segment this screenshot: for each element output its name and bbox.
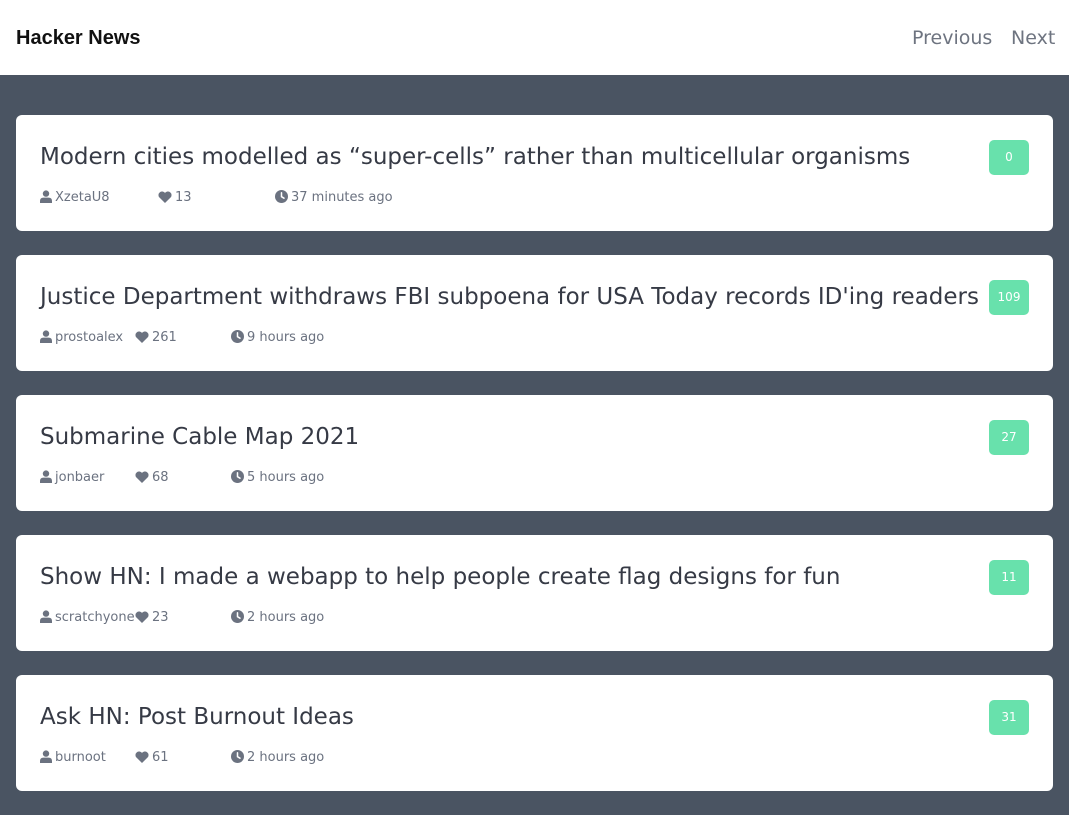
story-author[interactable]: prostoalex	[40, 330, 123, 346]
story-card: Ask HN: Post Burnout Ideas 31 burnoot 61…	[16, 675, 1053, 791]
next-page-link[interactable]: Next	[1011, 26, 1055, 50]
story-title-link[interactable]: Submarine Cable Map 2021	[40, 423, 359, 451]
story-title-link[interactable]: Justice Department withdraws FBI subpoen…	[40, 283, 979, 311]
comment-count-badge[interactable]: 0	[989, 140, 1029, 175]
heart-icon	[158, 191, 172, 203]
heart-icon	[135, 751, 149, 763]
story-points: 23	[135, 610, 169, 626]
clock-icon	[231, 610, 244, 623]
time-ago: 9 hours ago	[247, 330, 325, 345]
author-name: burnoot	[55, 750, 106, 765]
heart-icon	[135, 331, 149, 343]
story-points: 68	[135, 470, 169, 486]
comment-count-badge[interactable]: 11	[989, 560, 1029, 595]
author-name: scratchyone	[55, 610, 135, 625]
site-title[interactable]: Hacker News	[16, 26, 141, 50]
time-ago: 37 minutes ago	[291, 190, 393, 205]
story-card: Modern cities modelled as “super-cells” …	[16, 115, 1053, 231]
author-name: prostoalex	[55, 330, 124, 345]
user-icon	[40, 330, 52, 343]
points-count: 68	[152, 470, 169, 485]
story-title-link[interactable]: Show HN: I made a webapp to help people …	[40, 563, 840, 591]
clock-icon	[231, 470, 244, 483]
author-name: XzetaU8	[55, 190, 110, 205]
story-time: 37 minutes ago	[275, 190, 393, 206]
points-count: 13	[175, 190, 192, 205]
story-card: Show HN: I made a webapp to help people …	[16, 535, 1053, 651]
story-time: 5 hours ago	[231, 470, 324, 486]
top-navbar: Hacker News Previous Next	[0, 0, 1069, 75]
story-points: 61	[135, 750, 169, 766]
story-card: Justice Department withdraws FBI subpoen…	[16, 255, 1053, 371]
story-time: 2 hours ago	[231, 610, 324, 626]
story-points: 261	[135, 330, 177, 346]
author-name: jonbaer	[55, 470, 105, 485]
user-icon	[40, 750, 52, 763]
clock-icon	[231, 330, 244, 343]
story-title-link[interactable]: Modern cities modelled as “super-cells” …	[40, 143, 910, 171]
story-time: 2 hours ago	[231, 750, 324, 766]
time-ago: 5 hours ago	[247, 470, 325, 485]
points-count: 61	[152, 750, 169, 765]
comment-count-badge[interactable]: 31	[989, 700, 1029, 735]
user-icon	[40, 610, 52, 623]
points-count: 23	[152, 610, 169, 625]
story-points: 13	[158, 190, 192, 206]
story-title-link[interactable]: Ask HN: Post Burnout Ideas	[40, 703, 354, 731]
user-icon	[40, 470, 52, 483]
time-ago: 2 hours ago	[247, 750, 325, 765]
time-ago: 2 hours ago	[247, 610, 325, 625]
story-author[interactable]: burnoot	[40, 750, 106, 766]
story-author[interactable]: jonbaer	[40, 470, 104, 486]
heart-icon	[135, 611, 149, 623]
story-card: Submarine Cable Map 2021 27 jonbaer 68 5…	[16, 395, 1053, 511]
comment-count-badge[interactable]: 109	[989, 280, 1029, 315]
heart-icon	[135, 471, 149, 483]
previous-page-link[interactable]: Previous	[912, 26, 992, 50]
points-count: 261	[152, 330, 177, 345]
story-author[interactable]: XzetaU8	[40, 190, 110, 206]
story-time: 9 hours ago	[231, 330, 324, 346]
clock-icon	[275, 190, 288, 203]
comment-count-badge[interactable]: 27	[989, 420, 1029, 455]
story-author[interactable]: scratchyone	[40, 610, 135, 626]
user-icon	[40, 190, 52, 203]
story-list: Modern cities modelled as “super-cells” …	[16, 115, 1053, 815]
clock-icon	[231, 750, 244, 763]
